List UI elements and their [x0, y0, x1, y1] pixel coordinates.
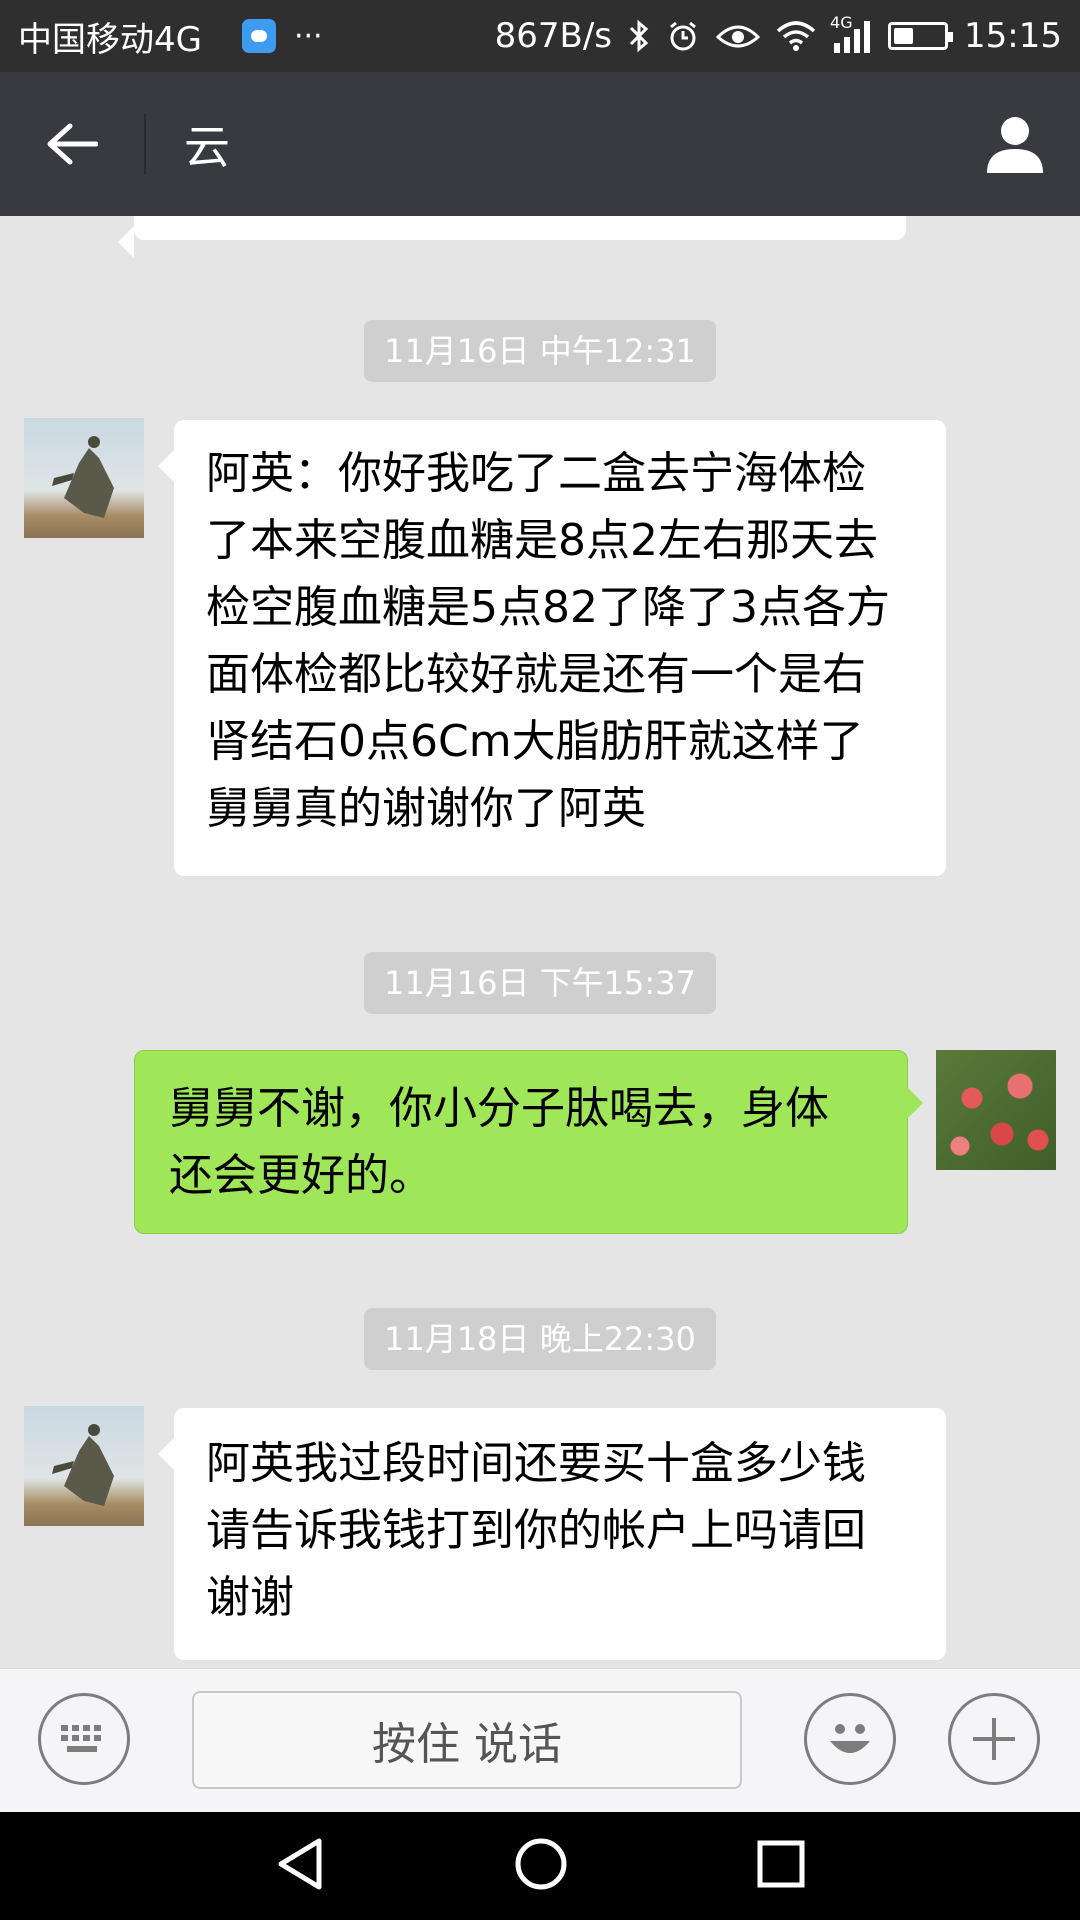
- message-line: 了本来空腹血糖是8点2左右那天去: [206, 515, 878, 566]
- profile-button[interactable]: [970, 98, 1060, 188]
- wifi-icon: [776, 21, 816, 51]
- notification-app-icon: [241, 19, 276, 53]
- message-line: 阿英：你好我吃了二盒去宁海体检: [206, 448, 866, 499]
- message-list[interactable]: 11月16日 中午12:31 阿英：你好我吃了二盒去宁海体检 了本来空腹血糖是8…: [0, 216, 1080, 1668]
- plus-icon: [973, 1718, 1015, 1760]
- battery-icon: [888, 22, 954, 50]
- nav-recents-button[interactable]: [757, 1840, 805, 1892]
- alarm-icon: [666, 19, 700, 53]
- network-type-label: 4G: [830, 13, 853, 32]
- network-speed: 867B/s: [494, 16, 613, 56]
- message-line: 阿英我过段时间还要买十盒多少钱: [206, 1438, 866, 1489]
- contact-avatar[interactable]: [24, 418, 144, 538]
- message-line: 舅舅真的谢谢你了阿英: [206, 783, 646, 834]
- carrier-label: 中国移动4G: [18, 19, 202, 60]
- nav-back-button[interactable]: [275, 1837, 325, 1895]
- message-line: 检空腹血糖是5点82了降了3点各方: [206, 582, 890, 633]
- contact-avatar[interactable]: [24, 1406, 144, 1526]
- person-icon: [987, 117, 1043, 173]
- message-line: 谢谢: [206, 1572, 294, 1623]
- bluetooth-icon: [628, 19, 650, 53]
- cellular-signal-icon: 4G: [830, 13, 872, 53]
- outgoing-message-bubble[interactable]: 舅舅不谢，你小分子肽喝去，身体 还会更好的。: [134, 1050, 923, 1234]
- system-navigation-bar: [0, 1812, 1080, 1920]
- my-avatar[interactable]: [936, 1050, 1056, 1170]
- emoji-button[interactable]: [804, 1693, 896, 1785]
- statue-image: [52, 436, 114, 518]
- triangle-back-icon: [278, 1838, 322, 1890]
- message-line: 肾结石0点6Cm大脂肪肝就这样了: [206, 716, 864, 767]
- circle-home-icon: [515, 1838, 567, 1890]
- message-line: 请告诉我钱打到你的帐户上吗请回: [206, 1505, 866, 1556]
- previous-message-bubble[interactable]: [118, 216, 906, 258]
- keyboard-icon: [61, 1725, 101, 1752]
- header-divider: [144, 114, 146, 174]
- arrow-left-icon: [47, 123, 98, 165]
- message-line: 面体检都比较好就是还有一个是右: [206, 649, 866, 700]
- input-bar: 按住 说话: [0, 1668, 1080, 1812]
- chat-title: 云: [184, 120, 230, 174]
- message-line: 舅舅不谢，你小分子肽喝去，身体: [169, 1083, 829, 1134]
- incoming-message-bubble[interactable]: 阿英我过段时间还要买十盒多少钱 请告诉我钱打到你的帐户上吗请回 谢谢: [158, 1408, 946, 1660]
- message-line: 还会更好的。: [169, 1150, 433, 1201]
- nav-home-button[interactable]: [514, 1837, 568, 1895]
- keyboard-toggle-button[interactable]: [38, 1693, 130, 1785]
- back-button[interactable]: [0, 72, 144, 216]
- clock: 15:15: [964, 16, 1062, 56]
- smiley-icon: [830, 1724, 870, 1753]
- eye-icon: [716, 21, 761, 51]
- timestamp: 11月16日 中午12:31: [364, 320, 716, 382]
- statue-image: [52, 1424, 114, 1506]
- timestamp: 11月16日 下午15:37: [364, 952, 716, 1014]
- chat-header: 云: [0, 72, 1080, 216]
- status-bar: 中国移动4G ··· 867B/s 4G 15:15: [0, 0, 1080, 72]
- hold-to-talk-button[interactable]: 按住 说话: [192, 1691, 742, 1789]
- timestamp: 11月18日 晚上22:30: [364, 1308, 716, 1370]
- incoming-message-bubble[interactable]: 阿英：你好我吃了二盒去宁海体检 了本来空腹血糖是8点2左右那天去 检空腹血糖是5…: [158, 420, 946, 876]
- more-functions-button[interactable]: [948, 1693, 1040, 1785]
- square-recents-icon: [757, 1840, 805, 1888]
- more-notifications-icon: ···: [293, 18, 323, 54]
